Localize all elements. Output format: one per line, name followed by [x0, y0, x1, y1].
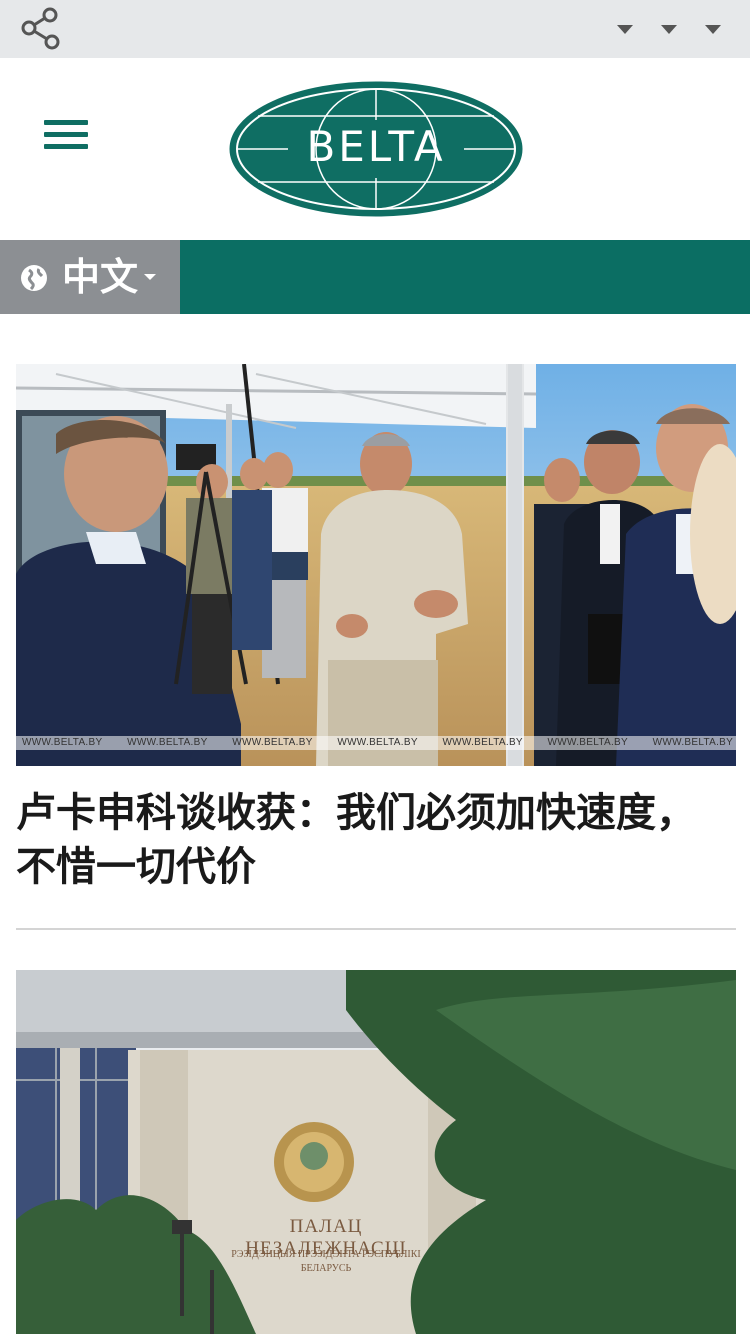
article-divider [16, 928, 736, 930]
dropdown-3-chevron-icon[interactable] [705, 25, 721, 34]
site-header: BELTA [0, 58, 750, 240]
hamburger-menu-icon[interactable] [44, 120, 88, 154]
dropdown-2-chevron-icon[interactable] [661, 25, 677, 34]
language-bar: 中文 [0, 240, 750, 314]
belta-logo[interactable]: BELTA [228, 80, 524, 218]
palace-sign-subtitle: РЭЗІДЭНЦЫЯ ПРЭЗІДЭНТА РЭСПУБЛІКІ БЕЛАРУС… [231, 1249, 421, 1274]
language-selector[interactable]: 中文 [0, 240, 180, 314]
dropdown-1-chevron-icon[interactable] [617, 25, 633, 34]
article-1-headline[interactable]: 卢卡申科谈收获：我们必须加快速度，不惜一切代价 [16, 786, 706, 894]
top-utility-bar [0, 0, 750, 58]
field-meeting-photo [16, 364, 736, 766]
article-1-image[interactable]: WWW.BELTA.BY WWW.BELTA.BY WWW.BELTA.BY W… [16, 364, 736, 766]
globe-icon [21, 265, 47, 291]
language-chevron-down-icon [144, 274, 156, 280]
share-icon[interactable] [18, 6, 64, 52]
palace-photo [16, 970, 736, 1334]
language-label: 中文 [62, 255, 139, 299]
image-watermark: WWW.BELTA.BY WWW.BELTA.BY WWW.BELTA.BY W… [16, 736, 736, 750]
logo-wordmark: BELTA [306, 122, 446, 171]
article-2-image[interactable]: ПАЛАЦ НЕЗАЛЕЖНАСЦІ РЭЗІДЭНЦЫЯ ПРЭЗІДЭНТА… [16, 970, 736, 1334]
